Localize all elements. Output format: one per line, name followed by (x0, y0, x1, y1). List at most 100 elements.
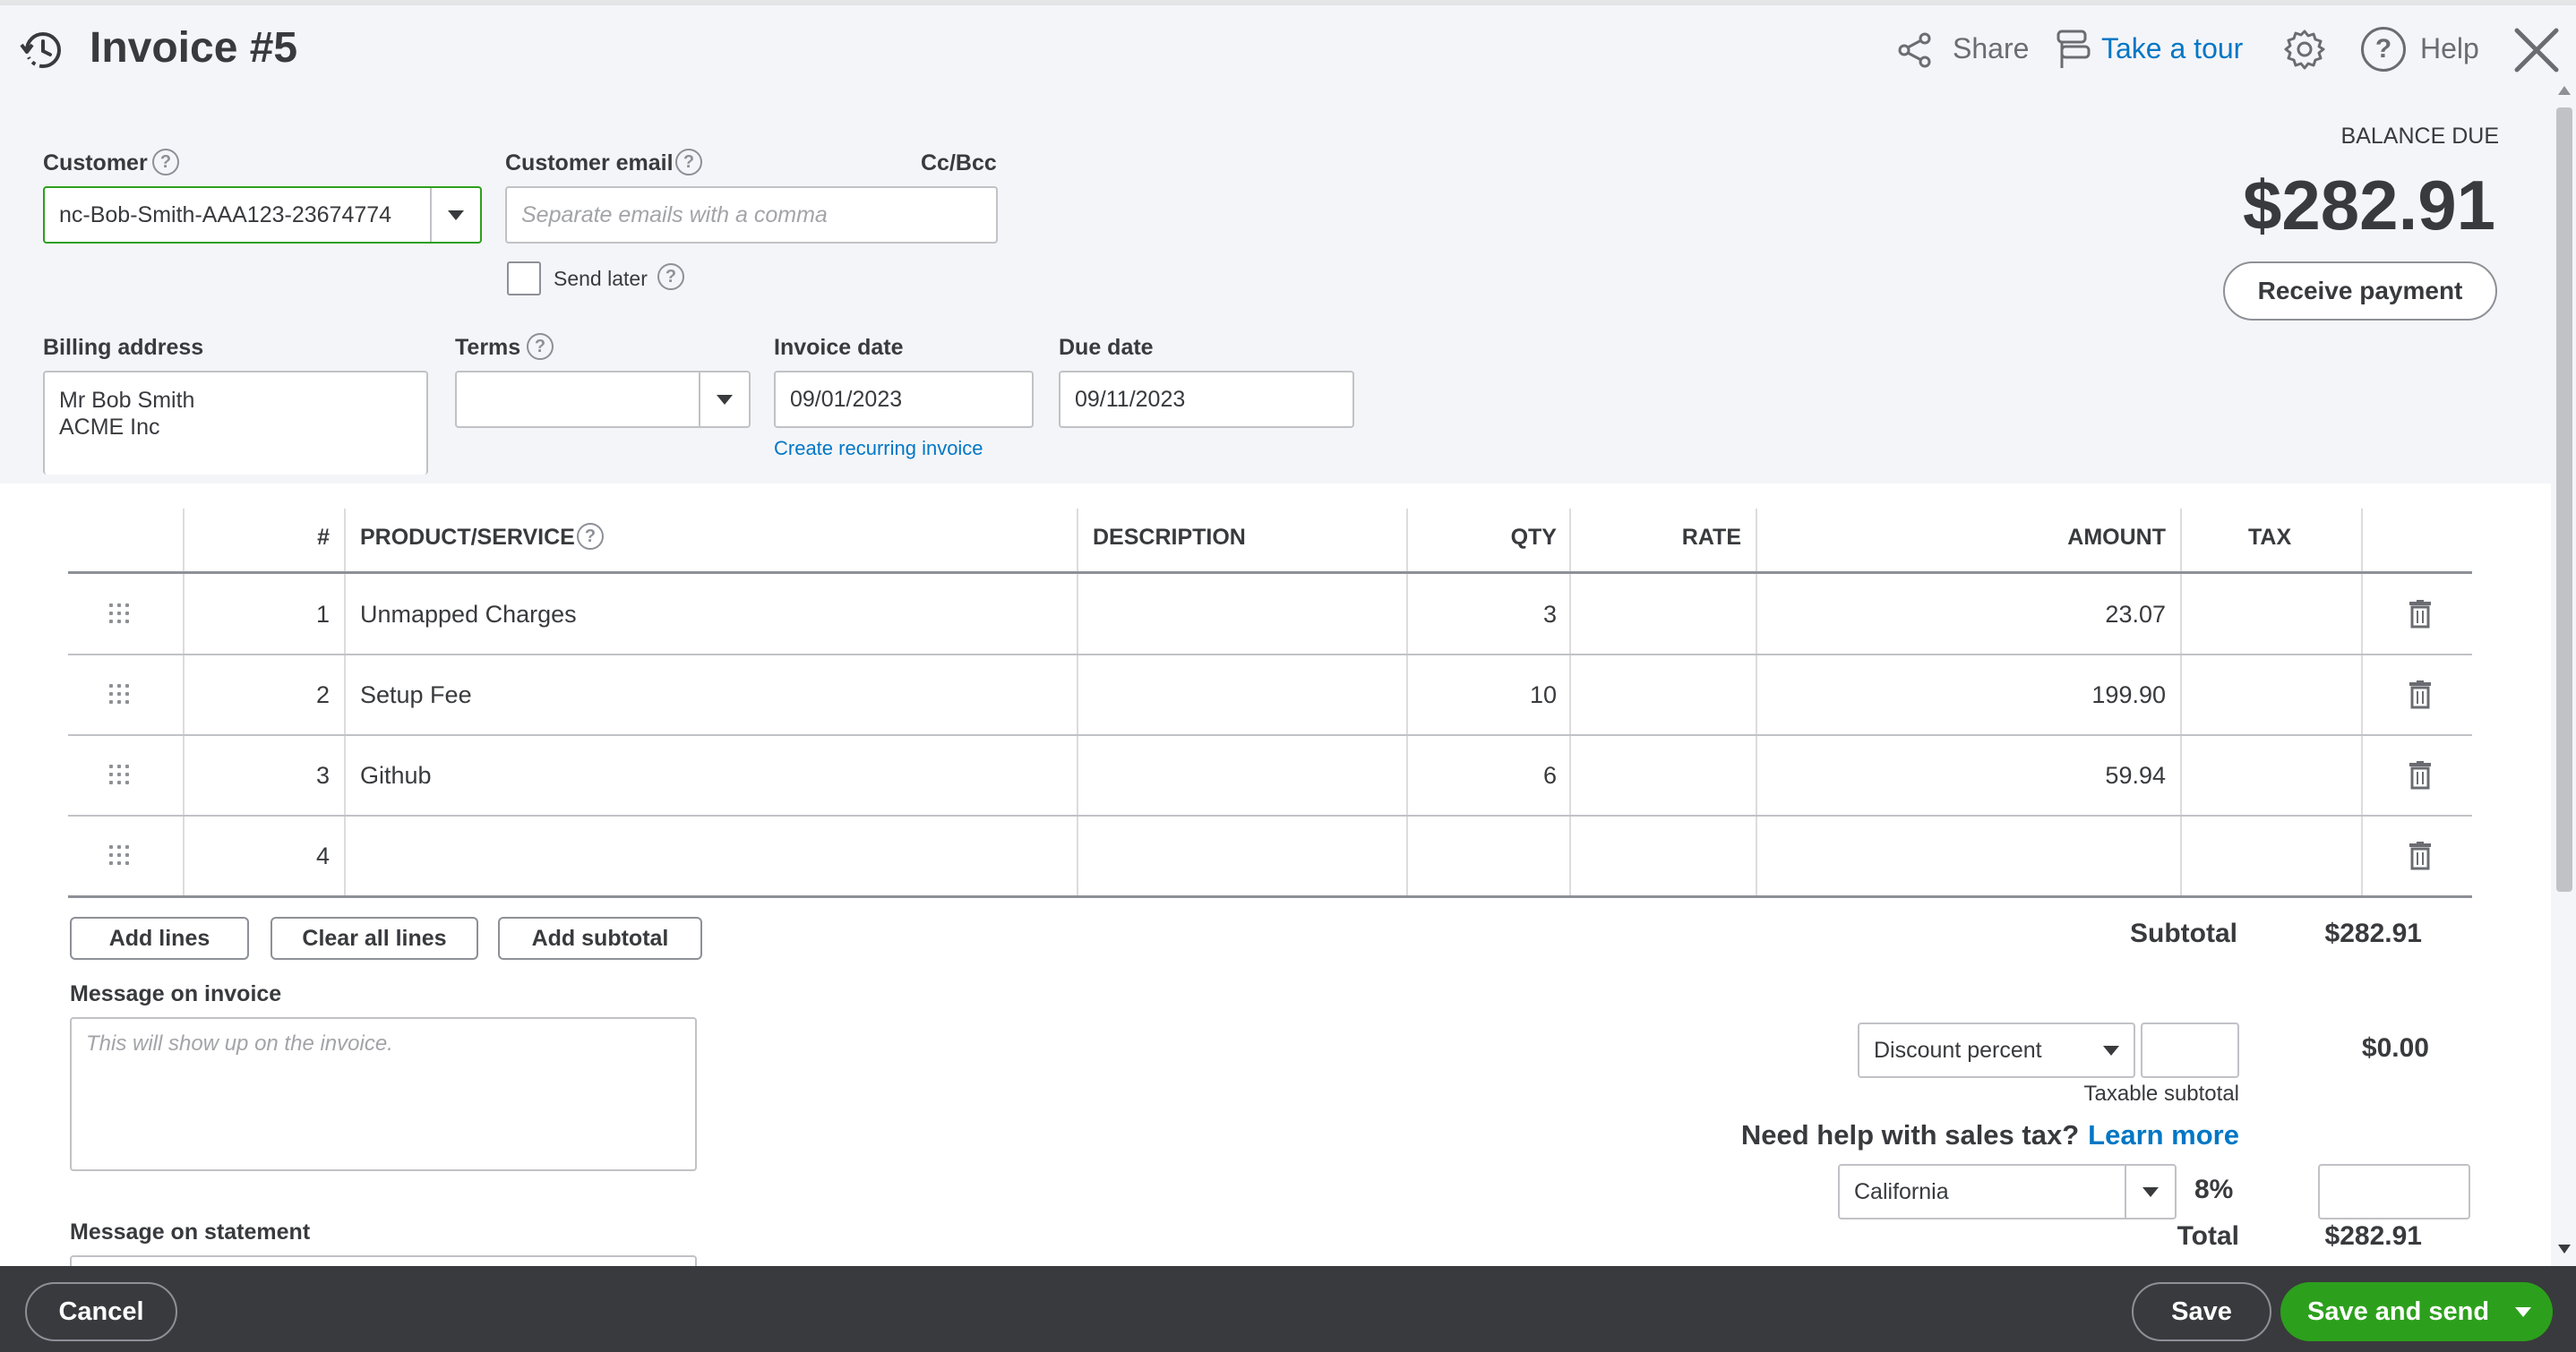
receive-payment-button[interactable]: Receive payment (2223, 261, 2497, 321)
col-divider (1077, 509, 1078, 895)
line-number: 4 (315, 843, 330, 869)
amount-cell[interactable]: 23.07 (1881, 601, 2166, 629)
subtotal-value: $282.91 (2324, 919, 2422, 948)
trash-icon[interactable] (2409, 680, 2431, 709)
gear-icon[interactable] (2282, 27, 2327, 72)
table-bottom-divider (68, 895, 2472, 898)
taxable-subtotal-label: Taxable subtotal (2083, 1082, 2239, 1106)
scrollbar-thumb[interactable] (2556, 107, 2572, 892)
help-icon[interactable]: ? (2361, 27, 2406, 72)
billing-address-field[interactable]: Mr Bob Smith ACME Inc (43, 371, 428, 475)
take-a-tour-link[interactable]: Take a tour (2101, 32, 2243, 65)
qty-cell[interactable]: 10 (1433, 681, 1557, 709)
sales-tax-help: Need help with sales tax? Learn more (1741, 1119, 2239, 1151)
add-lines-button[interactable]: Add lines (70, 917, 249, 960)
product-cell[interactable]: Github (360, 762, 432, 790)
col-divider (1569, 509, 1571, 895)
subtotal-label: Subtotal (2130, 919, 2237, 948)
send-later-help-icon[interactable]: ? (657, 263, 684, 290)
col-divider (1406, 509, 1408, 895)
col-divider (183, 509, 185, 895)
page-title: Invoice #5 (90, 24, 298, 72)
add-subtotal-button[interactable]: Add subtotal (498, 917, 702, 960)
chevron-down-icon (2142, 1186, 2159, 1197)
balance-due-label: BALANCE DUE (2340, 124, 2499, 149)
balance-due-amount: $282.91 (2243, 166, 2495, 244)
table-header-divider (68, 571, 2472, 574)
col-header-amount: AMOUNT (2067, 525, 2166, 550)
create-recurring-invoice-link[interactable]: Create recurring invoice (774, 437, 983, 460)
tax-amount-input[interactable] (2318, 1164, 2470, 1219)
save-and-send-dropdown-icon[interactable] (2515, 1307, 2531, 1317)
discount-amount-input[interactable] (2141, 1023, 2239, 1078)
col-divider (1756, 509, 1757, 895)
drag-handle-icon[interactable] (109, 603, 129, 623)
terms-help-icon[interactable]: ? (527, 333, 554, 360)
tax-region-value: California (1854, 1178, 1949, 1204)
discount-type-select[interactable]: Discount percent (1858, 1023, 2135, 1078)
share-button[interactable]: Share (1953, 32, 2029, 65)
trash-icon[interactable] (2409, 761, 2431, 790)
scroll-down-arrow-icon[interactable] (2558, 1245, 2571, 1254)
sales-tax-help-text: Need help with sales tax? (1740, 1119, 2080, 1151)
amount-cell[interactable]: 59.94 (1881, 762, 2166, 790)
col-divider (344, 509, 346, 895)
scrollbar-track[interactable] (2551, 86, 2576, 1266)
help-button[interactable]: Help (2420, 32, 2479, 65)
tax-region-dropdown-toggle[interactable] (2125, 1166, 2175, 1218)
due-date-label: Due date (1059, 335, 1154, 360)
trash-icon[interactable] (2409, 842, 2431, 870)
total-value: $282.91 (2324, 1221, 2422, 1251)
col-header-description: DESCRIPTION (1093, 525, 1246, 550)
row-divider (68, 654, 2472, 655)
save-and-send-button[interactable]: Save and send (2280, 1282, 2553, 1341)
discount-dropdown-toggle[interactable] (2089, 1045, 2134, 1056)
tour-icon[interactable] (2053, 27, 2094, 72)
customer-help-icon[interactable]: ? (152, 149, 179, 175)
customer-email-label: Customer email (505, 150, 674, 175)
learn-more-link[interactable]: Learn more (2088, 1119, 2239, 1151)
cc-bcc-link[interactable]: Cc/Bcc (921, 150, 997, 176)
due-date-field[interactable]: 09/11/2023 (1059, 371, 1354, 428)
send-later-checkbox[interactable] (507, 261, 541, 295)
customer-email-field[interactable]: Separate emails with a comma (505, 186, 998, 244)
invoice-date-field[interactable]: 09/01/2023 (774, 371, 1034, 428)
product-cell[interactable]: Setup Fee (360, 681, 472, 709)
row-divider (68, 734, 2472, 736)
save-button[interactable]: Save (2132, 1282, 2271, 1341)
message-invoice-placeholder: This will show up on the invoice. (86, 1031, 393, 1056)
recent-transactions-icon[interactable] (18, 25, 68, 75)
col-divider (2361, 509, 2363, 895)
billing-address-line2: ACME Inc (59, 415, 160, 440)
tax-region-select[interactable]: California (1838, 1164, 2177, 1219)
billing-address-line1: Mr Bob Smith (59, 388, 195, 413)
customer-select[interactable]: nc-Bob-Smith-AAA123-23674774 (43, 186, 482, 244)
col-header-rate: RATE (1681, 525, 1741, 550)
cancel-button[interactable]: Cancel (25, 1282, 177, 1341)
drag-handle-icon[interactable] (109, 845, 129, 865)
drag-handle-icon[interactable] (109, 765, 129, 784)
message-on-invoice-label: Message on invoice (70, 981, 282, 1006)
line-number: 1 (315, 601, 330, 628)
col-header-qty: QTY (1510, 525, 1557, 550)
drag-handle-icon[interactable] (109, 684, 129, 704)
close-icon[interactable] (2512, 25, 2562, 75)
line-number: 3 (315, 762, 330, 789)
tax-rate: 8% (2194, 1175, 2234, 1204)
share-icon[interactable] (1895, 30, 1935, 70)
qty-cell[interactable]: 6 (1433, 762, 1557, 790)
trash-icon[interactable] (2409, 600, 2431, 629)
terms-select[interactable] (455, 371, 751, 428)
customer-dropdown-toggle[interactable] (430, 188, 480, 242)
scroll-up-arrow-icon[interactable] (2558, 86, 2571, 95)
clear-all-lines-button[interactable]: Clear all lines (270, 917, 478, 960)
terms-dropdown-toggle[interactable] (699, 372, 749, 426)
amount-cell[interactable]: 199.90 (1881, 681, 2166, 709)
email-help-icon[interactable]: ? (675, 149, 702, 175)
message-on-invoice-field[interactable]: This will show up on the invoice. (70, 1017, 697, 1171)
col-header-num: # (317, 525, 330, 550)
col-header-product: PRODUCT/SERVICE (360, 525, 575, 550)
product-cell[interactable]: Unmapped Charges (360, 601, 577, 629)
qty-cell[interactable]: 3 (1433, 601, 1557, 629)
product-help-icon[interactable]: ? (577, 523, 604, 550)
